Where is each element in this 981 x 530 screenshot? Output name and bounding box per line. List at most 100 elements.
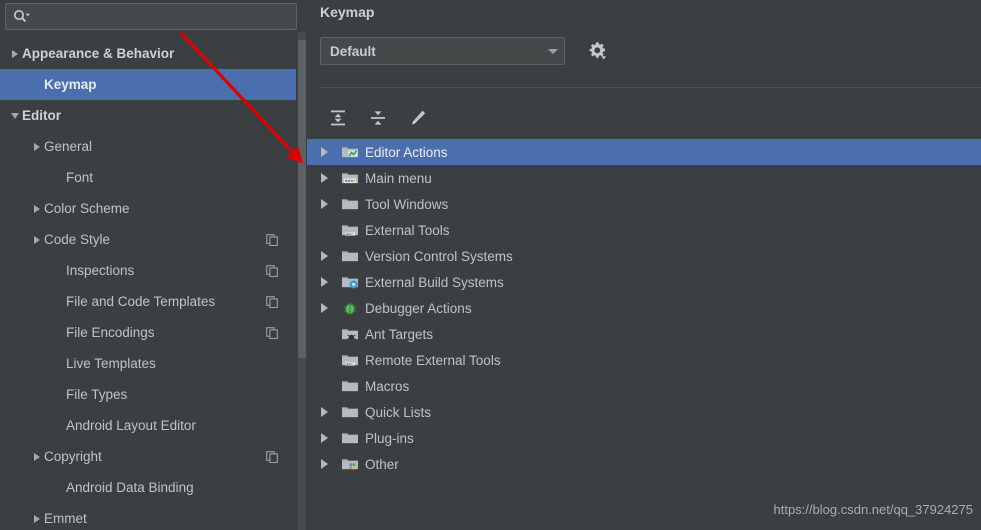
- sidebar-scrollbar-thumb[interactable]: [298, 40, 306, 358]
- sidebar-item-code-style[interactable]: Code Style: [0, 224, 296, 255]
- sidebar-item-label: Copyright: [44, 449, 102, 464]
- search-input[interactable]: [30, 4, 296, 29]
- keymap-tree-row[interactable]: Tool Windows: [307, 191, 981, 217]
- chevron-right-icon[interactable]: [30, 452, 44, 461]
- copy-settings-icon[interactable]: [266, 264, 278, 277]
- chevron-right-icon[interactable]: [321, 303, 341, 313]
- keymap-tree-row[interactable]: Ant Targets: [307, 321, 981, 347]
- chevron-right-icon[interactable]: [321, 407, 341, 417]
- chevron-right-icon[interactable]: [321, 147, 341, 157]
- keymap-tree-row[interactable]: Macros: [307, 373, 981, 399]
- keymap-tree-row-label: Editor Actions: [365, 144, 448, 160]
- sidebar-item-copyright[interactable]: Copyright: [0, 441, 296, 472]
- sidebar-item-color-scheme[interactable]: Color Scheme: [0, 193, 296, 224]
- watermark-text: https://blog.csdn.net/qq_37924275: [773, 502, 974, 517]
- keymap-tree-row[interactable]: Version Control Systems: [307, 243, 981, 269]
- sidebar-item-label: Code Style: [44, 232, 111, 247]
- sidebar-item-general[interactable]: General: [0, 131, 296, 162]
- keymap-tree-row-label: Macros: [365, 378, 410, 394]
- chevron-right-icon[interactable]: [321, 173, 341, 183]
- folder-editor-icon: [342, 147, 358, 158]
- chevron-right-icon[interactable]: [321, 433, 341, 443]
- folder-other-icon: [342, 459, 358, 470]
- settings-sidebar: Appearance & Behavior Keymap Editor General…: [0, 0, 307, 530]
- sidebar-item-label: Editor: [22, 108, 61, 123]
- keymap-toolbar: [325, 103, 431, 133]
- chevron-down-icon[interactable]: [8, 112, 22, 119]
- sidebar-item-keymap[interactable]: Keymap: [0, 69, 296, 100]
- copy-settings-icon[interactable]: [266, 233, 278, 246]
- keymap-tree-row[interactable]: External Build Systems: [307, 269, 981, 295]
- keymap-tree-row[interactable]: Debugger Actions: [307, 295, 981, 321]
- sidebar-scrollbar[interactable]: [296, 32, 307, 530]
- folder-icon: [342, 407, 358, 418]
- sidebar-search[interactable]: [5, 3, 297, 30]
- sidebar-item-file-types[interactable]: File Types: [0, 379, 296, 410]
- sidebar-item-label: File and Code Templates: [66, 294, 216, 309]
- search-icon: [12, 8, 30, 26]
- keymap-tree-row[interactable]: External Tools: [307, 217, 981, 243]
- folder-tools-icon: [342, 355, 358, 366]
- sidebar-item-appearance-behavior[interactable]: Appearance & Behavior: [0, 38, 296, 69]
- sidebar-item-label: General: [44, 139, 93, 154]
- keymap-tree-row-label: Main menu: [365, 170, 432, 186]
- sidebar-item-file-and-code-templates[interactable]: File and Code Templates: [0, 286, 296, 317]
- keymap-tree-row-label: External Build Systems: [365, 274, 504, 290]
- sidebar-item-android-data-binding[interactable]: Android Data Binding: [0, 472, 296, 503]
- keymap-tree-row[interactable]: Other: [307, 451, 981, 477]
- keymap-tree-row-label: Other: [365, 456, 399, 472]
- chevron-right-icon[interactable]: [321, 277, 341, 287]
- keymap-tree-row[interactable]: Main menu: [307, 165, 981, 191]
- copy-settings-icon[interactable]: [266, 326, 278, 339]
- keymap-tree-row-label: Plug-ins: [365, 430, 414, 446]
- page-title: Keymap: [320, 4, 375, 20]
- expand-all-icon: [331, 110, 345, 126]
- keymap-tree-row[interactable]: Editor Actions: [307, 139, 981, 165]
- keymap-tree-row-label: Tool Windows: [365, 196, 449, 212]
- sidebar-item-label: Emmet: [44, 511, 87, 526]
- keymap-select[interactable]: Default: [320, 37, 565, 65]
- chevron-right-icon[interactable]: [30, 204, 44, 213]
- copy-settings-icon[interactable]: [266, 295, 278, 308]
- chevron-right-icon[interactable]: [321, 459, 341, 469]
- sidebar-item-live-templates[interactable]: Live Templates: [0, 348, 296, 379]
- keymap-settings-gear-button[interactable]: [583, 36, 611, 64]
- keymap-tree-row[interactable]: Quick Lists: [307, 399, 981, 425]
- sidebar-item-inspections[interactable]: Inspections: [0, 255, 296, 286]
- keymap-tree-row[interactable]: Plug-ins: [307, 425, 981, 451]
- folder-menu-icon: [342, 173, 358, 184]
- search-field[interactable]: [5, 3, 297, 30]
- expand-all-button[interactable]: [325, 105, 351, 131]
- sidebar-item-emmet[interactable]: Emmet: [0, 503, 296, 530]
- sidebar-item-label: File Types: [66, 387, 128, 402]
- keymap-tree-row-label: Ant Targets: [365, 326, 434, 342]
- sidebar-item-font[interactable]: Font: [0, 162, 296, 193]
- chevron-right-icon[interactable]: [321, 251, 341, 261]
- collapse-all-icon: [371, 111, 385, 125]
- folder-icon: [342, 433, 358, 444]
- keymap-panel: Keymap Default Editor Actions Main menu …: [307, 0, 981, 530]
- chevron-right-icon[interactable]: [30, 514, 44, 523]
- chevron-right-icon[interactable]: [8, 49, 22, 58]
- keymap-tree-row-label: Remote External Tools: [365, 352, 501, 368]
- gear-icon: [589, 41, 606, 59]
- folder-icon: [342, 381, 358, 392]
- sidebar-item-label: Appearance & Behavior: [22, 46, 175, 61]
- sidebar-item-file-encodings[interactable]: File Encodings: [0, 317, 296, 348]
- keymap-tree-row-label: Debugger Actions: [365, 300, 472, 316]
- sidebar-tree: Appearance & Behavior Keymap Editor General…: [0, 38, 296, 530]
- sidebar-item-label: Android Data Binding: [66, 480, 194, 495]
- edit-shortcut-button[interactable]: [405, 105, 431, 131]
- chevron-right-icon[interactable]: [321, 199, 341, 209]
- copy-settings-icon[interactable]: [266, 450, 278, 463]
- sidebar-item-label: File Encodings: [66, 325, 155, 340]
- chevron-right-icon[interactable]: [30, 142, 44, 151]
- edit-pencil-icon: [412, 110, 426, 125]
- chevron-down-icon[interactable]: [542, 48, 564, 54]
- keymap-tree-row[interactable]: Remote External Tools: [307, 347, 981, 373]
- sidebar-item-android-layout-editor[interactable]: Android Layout Editor: [0, 410, 296, 441]
- chevron-right-icon[interactable]: [30, 235, 44, 244]
- sidebar-item-editor[interactable]: Editor: [0, 100, 296, 131]
- folder-icon: [342, 199, 358, 210]
- collapse-all-button[interactable]: [365, 105, 391, 131]
